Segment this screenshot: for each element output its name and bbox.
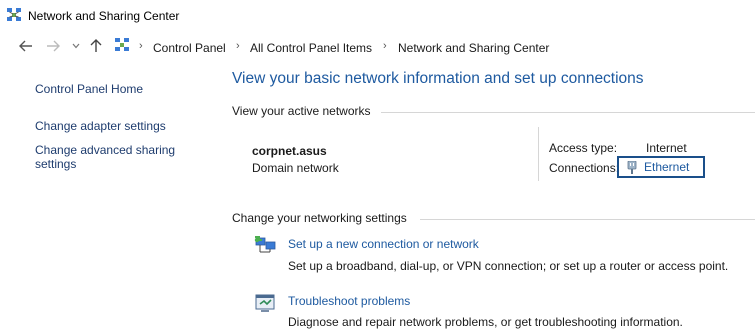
control-panel-home-link[interactable]: Control Panel Home (35, 82, 143, 96)
network-center-icon (7, 8, 21, 21)
recent-locations-button[interactable] (68, 36, 84, 56)
breadcrumb-separator[interactable]: › (236, 40, 240, 52)
network-center-icon (115, 38, 129, 51)
change-advanced-sharing-link[interactable]: Change advanced sharing settings (35, 143, 175, 171)
up-button[interactable] (88, 36, 104, 56)
troubleshoot-icon[interactable] (254, 293, 276, 313)
ethernet-label: Ethernet (644, 160, 690, 174)
active-networks-heading: View your active networks (232, 104, 371, 118)
breadcrumb-control-panel[interactable]: Control Panel (153, 41, 226, 55)
ethernet-connection-link[interactable]: Ethernet (617, 156, 705, 178)
setup-connection-description: Set up a broadband, dial-up, or VPN conn… (288, 259, 729, 273)
breadcrumb-separator[interactable]: › (383, 40, 387, 52)
section-divider (381, 112, 755, 113)
link-line: settings (35, 157, 77, 171)
connections-label: Connections: (549, 161, 620, 175)
chevron-down-icon (72, 43, 80, 49)
change-adapter-settings-link[interactable]: Change adapter settings (35, 119, 166, 133)
change-settings-heading: Change your networking settings (232, 211, 407, 225)
column-divider (538, 127, 539, 181)
access-type-label: Access type: (549, 141, 618, 155)
network-category: Domain network (252, 161, 339, 175)
new-connection-icon[interactable] (254, 236, 276, 256)
link-line: Change advanced sharing (35, 143, 176, 157)
ethernet-plug-icon (627, 160, 637, 174)
setup-connection-link[interactable]: Set up a new connection or network (288, 237, 479, 251)
breadcrumb-all-items[interactable]: All Control Panel Items (250, 41, 372, 55)
window-title: Network and Sharing Center (28, 9, 180, 23)
forward-button[interactable] (45, 36, 61, 56)
arrow-right-icon (47, 40, 60, 52)
access-type-value: Internet (646, 141, 687, 155)
back-button[interactable] (18, 36, 34, 56)
troubleshoot-link[interactable]: Troubleshoot problems (288, 294, 410, 308)
breadcrumb-network-center[interactable]: Network and Sharing Center (398, 41, 549, 55)
address-bar: › Control Panel › All Control Panel Item… (0, 36, 755, 58)
arrow-up-icon (90, 39, 102, 52)
title-bar: Network and Sharing Center (0, 0, 755, 30)
arrow-left-icon (19, 40, 32, 52)
network-name: corpnet.asus (252, 144, 327, 158)
page-title: View your basic network information and … (232, 70, 644, 87)
section-divider (420, 219, 755, 220)
breadcrumb-separator[interactable]: › (139, 40, 143, 52)
